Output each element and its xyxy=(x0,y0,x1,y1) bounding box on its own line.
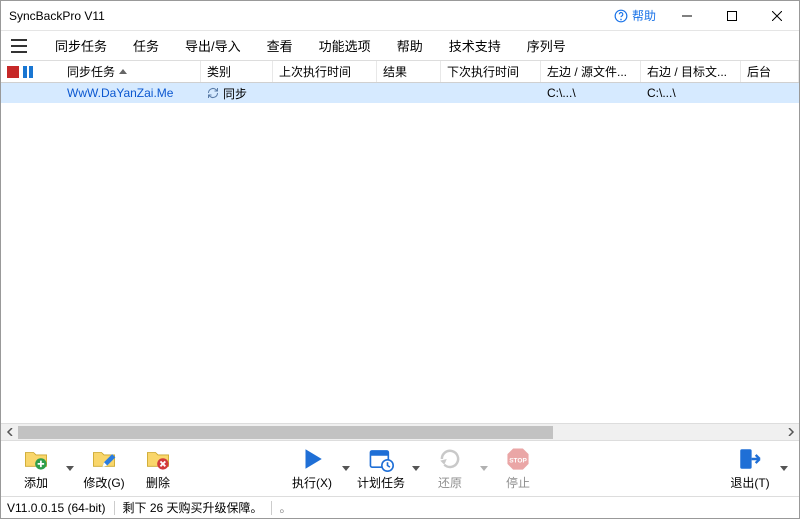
modify-button[interactable]: 修改(G) xyxy=(77,444,131,493)
column-header-type[interactable]: 类别 xyxy=(201,61,273,82)
schedule-button[interactable]: 计划任务 xyxy=(353,444,409,493)
exit-button[interactable]: 退出(T) xyxy=(723,444,777,493)
statusbar: V11.0.0.15 (64-bit) 剩下 26 天购买升级保障。 。 xyxy=(1,496,799,518)
profile-list: WwW.DaYanZai.Me 同步 C:\...\ C:\...\ xyxy=(1,83,799,423)
add-button[interactable]: 添加 xyxy=(9,444,63,493)
delete-label: 删除 xyxy=(146,474,170,491)
sync-arrows-icon xyxy=(207,87,219,99)
menu-view[interactable]: 查看 xyxy=(255,32,305,59)
status-indicator-dot: 。 xyxy=(280,499,292,516)
column-header-background[interactable]: 后台 xyxy=(741,61,799,82)
delete-button[interactable]: 删除 xyxy=(131,444,185,493)
help-label: 帮助 xyxy=(632,7,656,24)
menu-support[interactable]: 技术支持 xyxy=(437,32,513,59)
modify-label: 修改(G) xyxy=(83,474,124,491)
add-dropdown[interactable] xyxy=(63,449,77,489)
column-header-result[interactable]: 结果 xyxy=(377,61,441,82)
cell-right-path: C:\...\ xyxy=(641,86,741,100)
menu-sync-profiles[interactable]: 同步任务 xyxy=(43,32,119,59)
run-label: 执行(X) xyxy=(292,474,332,491)
status-separator xyxy=(271,501,272,515)
scroll-left-arrow[interactable] xyxy=(1,424,18,441)
cell-type: 同步 xyxy=(201,85,273,102)
play-icon xyxy=(299,446,325,472)
help-circle-icon xyxy=(614,9,628,23)
cell-profile-name[interactable]: WwW.DaYanZai.Me xyxy=(61,86,201,100)
menu-export-import[interactable]: 导出/导入 xyxy=(173,32,253,59)
titlebar-help-link[interactable]: 帮助 xyxy=(606,7,664,24)
stop-sign-icon: STOP xyxy=(505,446,531,472)
horizontal-scrollbar[interactable] xyxy=(1,423,799,440)
stop-label: 停止 xyxy=(506,474,530,491)
run-button[interactable]: 执行(X) xyxy=(285,444,339,493)
close-button[interactable] xyxy=(754,1,799,31)
menu-serial[interactable]: 序列号 xyxy=(515,32,578,59)
restore-icon xyxy=(437,446,463,472)
add-label: 添加 xyxy=(24,474,48,491)
status-version: V11.0.0.15 (64-bit) xyxy=(7,501,106,515)
scroll-right-arrow[interactable] xyxy=(782,424,799,441)
exit-icon xyxy=(737,446,763,472)
delete-folder-icon xyxy=(145,446,171,472)
menu-help[interactable]: 帮助 xyxy=(385,32,435,59)
pause-icon[interactable] xyxy=(23,66,33,78)
menu-tasks[interactable]: 任务 xyxy=(121,32,171,59)
column-header-last-run[interactable]: 上次执行时间 xyxy=(273,61,377,82)
edit-folder-icon xyxy=(91,446,117,472)
hamburger-menu-button[interactable] xyxy=(7,34,31,58)
status-trial: 剩下 26 天购买升级保障。 xyxy=(123,499,263,516)
maximize-button[interactable] xyxy=(709,1,754,31)
schedule-dropdown[interactable] xyxy=(409,449,423,489)
restore-button: 还原 xyxy=(423,444,477,493)
window-title: SyncBackPro V11 xyxy=(9,9,105,23)
column-header-profile[interactable]: 同步任务 xyxy=(61,61,201,82)
column-header-next-run[interactable]: 下次执行时间 xyxy=(441,61,541,82)
stop-button: STOP 停止 xyxy=(491,444,545,493)
restore-dropdown[interactable] xyxy=(477,449,491,489)
column-header-right[interactable]: 右边 / 目标文... xyxy=(641,61,741,82)
stop-icon[interactable] xyxy=(7,66,19,78)
schedule-label: 计划任务 xyxy=(357,474,405,491)
calendar-clock-icon xyxy=(368,446,394,472)
exit-label: 退出(T) xyxy=(730,474,769,491)
status-separator xyxy=(114,501,115,515)
exit-dropdown[interactable] xyxy=(777,449,791,489)
menubar: 同步任务 任务 导出/导入 查看 功能选项 帮助 技术支持 序列号 xyxy=(1,31,799,61)
restore-label: 还原 xyxy=(438,474,462,491)
scroll-thumb[interactable] xyxy=(18,426,553,439)
column-header-left[interactable]: 左边 / 源文件... xyxy=(541,61,641,82)
cell-left-path: C:\...\ xyxy=(541,86,641,100)
minimize-button[interactable] xyxy=(664,1,709,31)
run-dropdown[interactable] xyxy=(339,449,353,489)
toolbar: 添加 修改(G) 删除 执行(X) xyxy=(1,440,799,496)
titlebar: SyncBackPro V11 帮助 xyxy=(1,1,799,31)
menu-options[interactable]: 功能选项 xyxy=(307,32,383,59)
cell-type-label: 同步 xyxy=(223,85,247,102)
add-folder-icon xyxy=(23,446,49,472)
column-headers: 同步任务 类别 上次执行时间 结果 下次执行时间 左边 / 源文件... 右边 … xyxy=(1,61,799,83)
svg-text:STOP: STOP xyxy=(509,457,527,464)
table-row[interactable]: WwW.DaYanZai.Me 同步 C:\...\ C:\...\ xyxy=(1,83,799,103)
scroll-track[interactable] xyxy=(18,424,782,440)
